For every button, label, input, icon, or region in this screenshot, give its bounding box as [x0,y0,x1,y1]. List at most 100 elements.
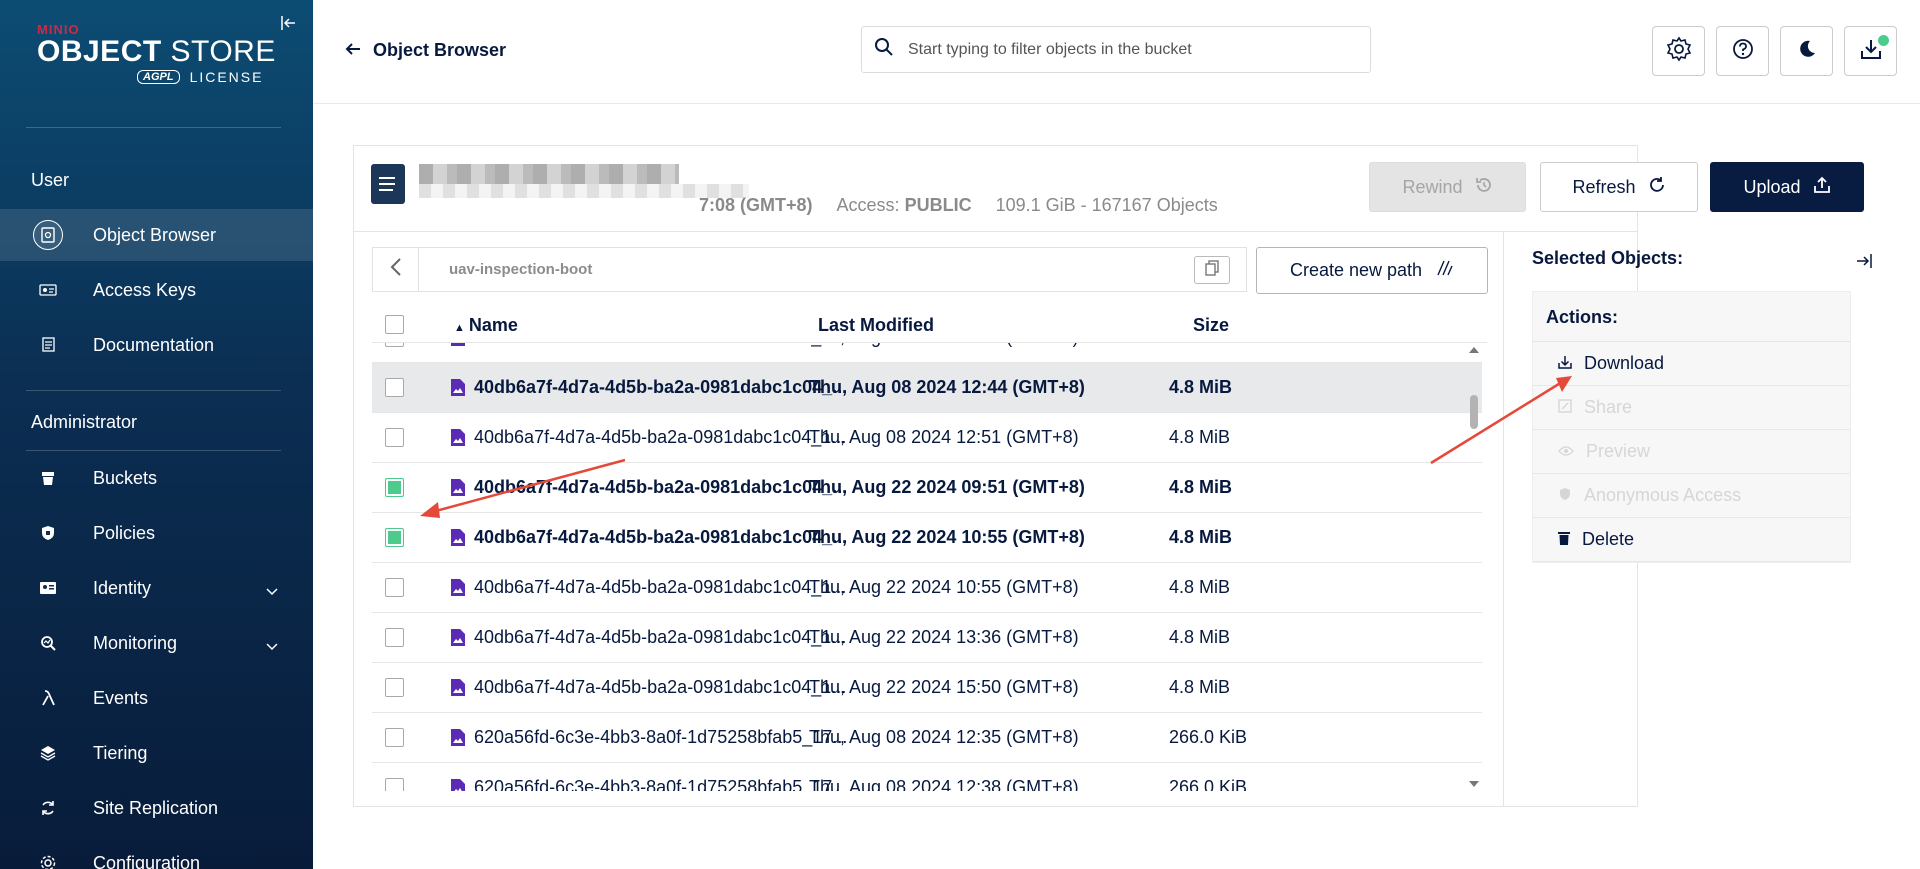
table-row[interactable]: 40db6a7f-4d7a-4d5b-ba2a-0981dabc1c04_...… [372,513,1482,563]
object-size: 4.8 MiB [1169,343,1230,348]
object-size: 4.8 MiB [1169,477,1233,497]
sidebar-item-label: Configuration [93,852,201,869]
collapse-right-icon [1855,254,1873,273]
anonymous-access-action[interactable]: Anonymous Access [1533,474,1850,518]
bucket-content: uav-inspection-boot Create new path ▲ Na… [354,231,1637,807]
configuration-icon [33,848,63,869]
identity-icon [33,573,63,603]
page-title: Object Browser [373,40,507,60]
row-checkbox[interactable] [385,428,404,447]
row-checkbox[interactable] [385,578,404,597]
access-keys-icon [33,275,63,305]
object-last-modified: Thu, Aug 22 2024 10:55 (GMT+8) [809,577,1079,597]
sort-ascending-icon: ▲ [454,322,465,334]
path-back-button[interactable] [373,248,419,291]
object-last-modified: Thu, Aug 08 2024 12:35 (GMT+8) [809,727,1079,747]
actions-box: Actions: Download Share Preview Anonymous A… [1532,291,1851,563]
events-icon [33,683,63,713]
table-row[interactable]: 40db6a7f-4d7a-4d5b-ba2a-0981dabc1c04_1..… [372,613,1482,663]
collapse-sidebar-icon[interactable] [280,14,300,34]
tiering-icon [33,738,63,768]
column-name-header[interactable]: ▲ Name [454,315,518,336]
object-size: 4.8 MiB [1169,577,1231,597]
object-filter-search[interactable] [861,26,1371,73]
table-row[interactable]: 40db6a7f-4d7a-4d5b-ba2a-0981dabc1c04_...… [372,463,1482,513]
object-size: 266.0 KiB [1169,727,1248,747]
table-row[interactable]: 40db6a7f-4d7a-4d5b-ba2a-0981dabc1c04_1..… [372,343,1482,363]
logo-title: OBJECT STORE [37,35,276,68]
row-checkbox[interactable] [385,478,404,497]
list-scrollbar[interactable] [1464,343,1484,791]
scrollbar-thumb[interactable] [1470,395,1478,429]
table-row[interactable]: 40db6a7f-4d7a-4d5b-ba2a-0981dabc1c04_1..… [372,663,1482,713]
row-checkbox[interactable] [385,778,404,791]
table-row[interactable]: 40db6a7f-4d7a-4d5b-ba2a-0981dabc1c04_...… [372,363,1482,413]
row-checkbox[interactable] [385,343,404,347]
object-size: 266.0 KiB [1169,777,1248,791]
sidebar-item-object-browser[interactable]: Object Browser [0,209,313,261]
sidebar-item-tiering[interactable]: Tiering [0,727,313,779]
refresh-button[interactable]: Refresh [1540,162,1698,212]
sidebar-item-label: Monitoring [93,632,178,653]
copy-path-button[interactable] [1194,256,1230,284]
share-action[interactable]: Share [1533,386,1850,430]
sidebar-item-access-keys[interactable]: Access Keys [0,264,313,316]
action-label: Anonymous Access [1584,485,1742,505]
row-checkbox[interactable] [385,728,404,747]
back-to-object-browser[interactable]: Object Browser [345,40,506,61]
row-checkbox[interactable] [385,628,404,647]
selected-objects-title: Selected Objects: [1532,248,1684,268]
object-last-modified: Thu, Aug 22 2024 10:55 (GMT+8) [809,527,1085,547]
share-icon [1558,397,1572,418]
select-all-checkbox[interactable] [385,315,404,334]
row-checkbox[interactable] [385,678,404,697]
column-size-header[interactable]: Size [1193,315,1229,336]
sidebar-item-label: Events [93,687,149,708]
search-icon [874,37,894,62]
download-icon [1558,353,1572,374]
bucket-meta: 7:08 (GMT+8) Access: PUBLIC 109.1 GiB - … [424,195,1218,216]
create-new-path-button[interactable]: Create new path [1256,247,1488,294]
object-last-modified: Thu, Aug 08 2024 12:38 (GMT+8) [809,343,1079,348]
sidebar-item-monitoring[interactable]: Monitoring [0,617,313,669]
image-file-icon [450,478,466,497]
object-last-modified: Thu, Aug 22 2024 13:36 (GMT+8) [809,627,1079,647]
row-checkbox[interactable] [385,378,404,397]
access-info: Access: PUBLIC [836,195,972,215]
arrow-left-icon [345,40,361,61]
sidebar-item-buckets[interactable]: Buckets [0,452,313,504]
sidebar-item-site-replication[interactable]: Site Replication [0,782,313,834]
sidebar-item-documentation[interactable]: Documentation [0,319,313,371]
minio-logo: MINIO OBJECT STORE AGPL LICENSE [37,22,276,85]
column-last-modified-header[interactable]: Last Modified [818,315,934,336]
close-selection-panel-button[interactable] [1855,253,1873,274]
help-icon [1732,38,1754,65]
sidebar-item-configuration[interactable]: Configuration [0,837,313,869]
rewind-button[interactable]: Rewind [1369,162,1526,212]
upload-button[interactable]: Upload [1710,162,1864,212]
sidebar-item-events[interactable]: Events [0,672,313,724]
sidebar-divider [26,450,281,451]
delete-action[interactable]: Delete [1533,518,1850,562]
download-action[interactable]: Download [1533,342,1850,386]
table-row[interactable]: 620a56fd-6c3e-4bb3-8a0f-1d75258bfab5_17.… [372,763,1482,791]
downloads-button[interactable] [1844,26,1897,76]
dark-mode-button[interactable] [1780,26,1833,76]
table-header: ▲ Name Last Modified Size [372,307,1487,343]
sidebar-item-identity[interactable]: Identity [0,562,313,614]
delete-icon [1558,529,1570,550]
usage-info: 109.1 GiB - 167167 Objects [995,195,1218,215]
help-button[interactable] [1716,26,1769,76]
search-input[interactable] [908,40,1348,59]
table-row[interactable]: 620a56fd-6c3e-4bb3-8a0f-1d75258bfab5_17.… [372,713,1482,763]
preview-action[interactable]: Preview [1533,430,1850,474]
sidebar-item-policies[interactable]: Policies [0,507,313,559]
settings-button[interactable] [1652,26,1705,76]
site-replication-icon [33,793,63,823]
table-row[interactable]: 40db6a7f-4d7a-4d5b-ba2a-0981dabc1c04_1..… [372,563,1482,613]
sidebar-item-label: Documentation [93,334,215,355]
table-row[interactable]: 40db6a7f-4d7a-4d5b-ba2a-0981dabc1c04_1..… [372,413,1482,463]
logo-license: AGPL LICENSE [137,69,276,85]
row-checkbox[interactable] [385,528,404,547]
chevron-left-icon [390,257,402,282]
